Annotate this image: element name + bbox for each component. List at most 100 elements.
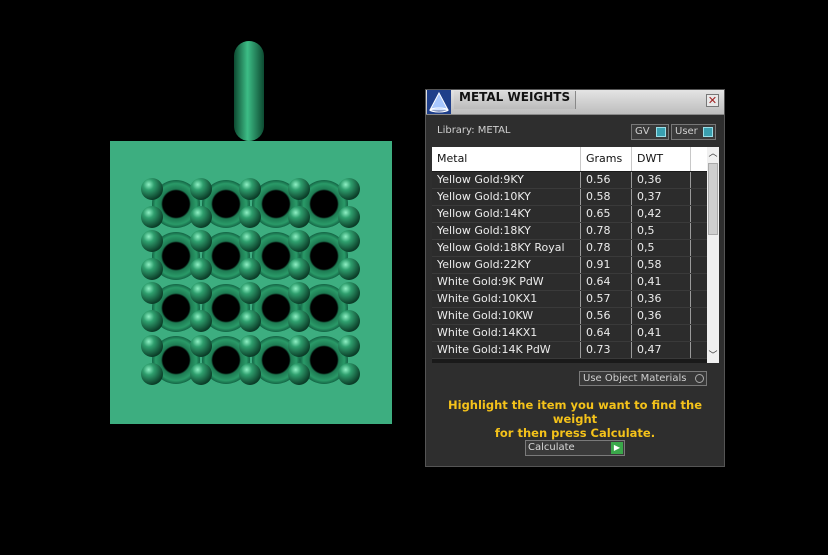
pattern-bead <box>288 258 310 280</box>
table-row[interactable]: White Gold:9K PdW 0.64 0,41 <box>432 274 707 291</box>
metal-cell: Yellow Gold:18KY <box>432 223 581 239</box>
pattern-bead <box>338 258 360 280</box>
table-body: Yellow Gold:9KY 0.56 0,36 Yellow Gold:10KY 0… <box>432 172 707 359</box>
pattern-bead <box>141 310 163 332</box>
grams-cell: 0.64 <box>581 325 632 341</box>
pattern-bead <box>239 178 261 200</box>
pattern-bead <box>239 282 261 304</box>
pattern-bead <box>338 178 360 200</box>
pattern-bead <box>338 363 360 385</box>
table-row[interactable]: White Gold:10KW 0.56 0,36 <box>432 308 707 325</box>
panel-title: METAL WEIGHTS <box>454 91 577 109</box>
dwt-cell: 0,37 <box>632 189 691 205</box>
grams-cell: 0.91 <box>581 257 632 273</box>
metal-cell: Yellow Gold:18KY Royal <box>432 240 581 256</box>
dwt-cell: 0,5 <box>632 223 691 239</box>
play-icon: ▶ <box>611 442 623 454</box>
toggle-indicator-icon <box>656 127 666 137</box>
metal-cell: White Gold:14K PdW <box>432 342 581 358</box>
pattern-bead <box>239 230 261 252</box>
pattern-bead <box>288 335 310 357</box>
viewport-3d[interactable] <box>0 0 420 555</box>
instruction-line-2: for then press Calculate. <box>494 426 656 440</box>
pattern-bead <box>190 310 212 332</box>
dwt-cell: 0,36 <box>632 172 691 188</box>
column-header-dwt[interactable]: DWT <box>632 147 691 171</box>
pattern-bead <box>288 206 310 228</box>
pendant-bail <box>234 41 264 141</box>
grams-cell: 0.56 <box>581 308 632 324</box>
use-object-materials-dropdown[interactable]: Use Object Materials <box>579 371 707 386</box>
table-row[interactable]: Yellow Gold:22KY 0.91 0,58 <box>432 257 707 274</box>
pattern-bead <box>338 282 360 304</box>
metal-cell: Yellow Gold:9KY <box>432 172 581 188</box>
metal-cell: White Gold:10KW <box>432 308 581 324</box>
pattern-bead <box>141 178 163 200</box>
instruction-line-1: Highlight the item you want to find the … <box>448 398 702 426</box>
library-label: Library: METAL <box>437 125 511 136</box>
calculate-button[interactable]: Calculate ▶ <box>525 440 625 456</box>
user-toggle-label: User <box>675 126 698 137</box>
pattern-bead <box>338 335 360 357</box>
grams-cell: 0.58 <box>581 189 632 205</box>
grams-cell: 0.56 <box>581 172 632 188</box>
gv-toggle[interactable]: GV <box>631 124 669 140</box>
pattern-bead <box>141 258 163 280</box>
pattern-bead <box>239 310 261 332</box>
pattern-bead <box>141 206 163 228</box>
scroll-thumb[interactable] <box>708 163 718 235</box>
grams-cell: 0.73 <box>581 342 632 358</box>
pattern-bead <box>239 363 261 385</box>
dwt-cell: 0,41 <box>632 325 691 341</box>
metal-cell: White Gold:9K PdW <box>432 274 581 290</box>
metal-cell: White Gold:14KX1 <box>432 325 581 341</box>
table-row[interactable]: Yellow Gold:14KY 0.65 0,42 <box>432 206 707 223</box>
column-header-metal[interactable]: Metal <box>432 147 581 171</box>
pattern-bead <box>288 282 310 304</box>
pattern-bead <box>288 178 310 200</box>
table-row[interactable]: White Gold:10KX1 0.57 0,36 <box>432 291 707 308</box>
grams-cell: 0.78 <box>581 240 632 256</box>
pattern-bead <box>141 230 163 252</box>
grams-cell: 0.57 <box>581 291 632 307</box>
pattern-bead <box>288 363 310 385</box>
metal-cell: White Gold:10KX1 <box>432 291 581 307</box>
table-row[interactable]: White Gold:14KX1 0.64 0,41 <box>432 325 707 342</box>
radio-indicator-icon <box>695 374 704 383</box>
dwt-cell: 0,41 <box>632 274 691 290</box>
pattern-bead <box>288 230 310 252</box>
user-toggle[interactable]: User <box>671 124 716 140</box>
table-row[interactable]: Yellow Gold:9KY 0.56 0,36 <box>432 172 707 189</box>
pattern-bead <box>190 335 212 357</box>
dwt-cell: 0,42 <box>632 206 691 222</box>
pattern-bead <box>190 282 212 304</box>
pattern-bead <box>190 206 212 228</box>
panel-titlebar[interactable]: METAL WEIGHTS ✕ <box>426 90 724 115</box>
gv-toggle-label: GV <box>635 126 650 137</box>
metal-cell: Yellow Gold:14KY <box>432 206 581 222</box>
table-row[interactable]: White Gold:14K PdW 0.73 0,47 <box>432 342 707 359</box>
table-row[interactable]: Yellow Gold:18KY 0.78 0,5 <box>432 223 707 240</box>
calculate-label: Calculate <box>528 442 575 453</box>
grams-cell: 0.64 <box>581 274 632 290</box>
dwt-cell: 0,47 <box>632 342 691 358</box>
column-header-grams[interactable]: Grams <box>581 147 632 171</box>
grams-cell: 0.65 <box>581 206 632 222</box>
table-scrollbar[interactable]: ︿ ﹀ <box>707 147 719 363</box>
chevron-up-icon[interactable]: ︿ <box>707 147 719 161</box>
pattern-bead <box>239 335 261 357</box>
chevron-down-icon[interactable]: ﹀ <box>707 349 719 363</box>
pattern-bead <box>141 335 163 357</box>
toggle-indicator-icon <box>703 127 713 137</box>
table-row[interactable]: Yellow Gold:10KY 0.58 0,37 <box>432 189 707 206</box>
metal-weights-panel: METAL WEIGHTS ✕ Library: METAL GV User M… <box>425 89 725 467</box>
pattern-bead <box>190 363 212 385</box>
close-icon[interactable]: ✕ <box>706 94 719 107</box>
metal-table[interactable]: Metal Grams DWT Yellow Gold:9KY 0.56 0,36 Y… <box>432 147 719 363</box>
dwt-cell: 0,58 <box>632 257 691 273</box>
table-row[interactable]: Yellow Gold:18KY Royal 0.78 0,5 <box>432 240 707 257</box>
table-header: Metal Grams DWT <box>432 147 707 171</box>
metal-cell: Yellow Gold:22KY <box>432 257 581 273</box>
metal-cell: Yellow Gold:10KY <box>432 189 581 205</box>
pattern-bead <box>190 178 212 200</box>
